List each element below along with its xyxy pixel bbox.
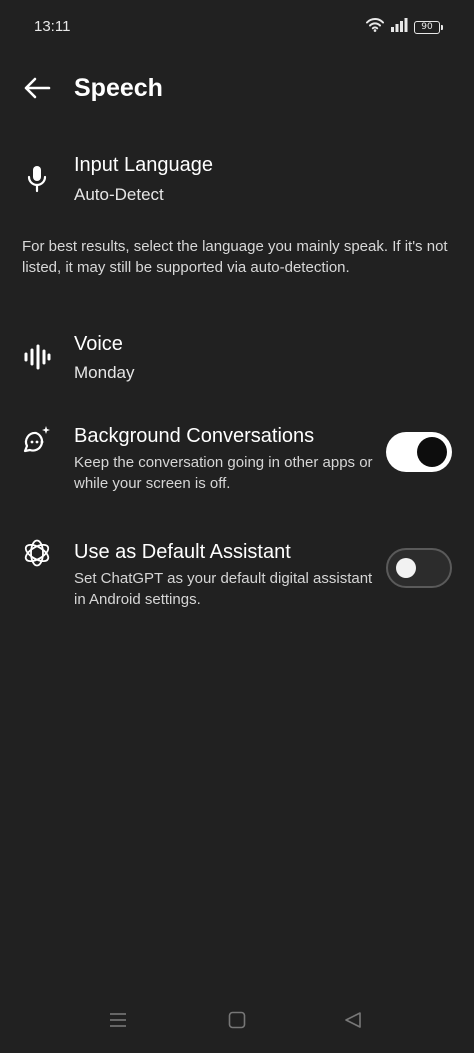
waveform-icon: [20, 340, 54, 374]
input-language-setting[interactable]: Input Language Auto-Detect: [0, 148, 474, 212]
default-assistant-setting: Use as Default Assistant Set ChatGPT as …: [0, 536, 474, 616]
home-icon: [228, 1011, 246, 1034]
default-assistant-toggle[interactable]: [386, 548, 452, 588]
voice-value: Monday: [74, 363, 135, 382]
app-bar: Speech: [0, 62, 474, 118]
menu-icon: [109, 1012, 127, 1033]
arrow-left-icon: [23, 76, 51, 105]
input-language-title: Input Language: [74, 154, 214, 176]
battery-icon: 90: [414, 20, 443, 34]
home-button[interactable]: [221, 1009, 253, 1035]
default-assistant-description: Set ChatGPT as your default digital assi…: [74, 570, 373, 608]
toggle-knob: [396, 558, 416, 578]
microphone-icon: [20, 162, 54, 196]
toggle-knob: [417, 437, 447, 467]
back-triangle-icon: [344, 1011, 362, 1034]
back-button[interactable]: [18, 72, 56, 108]
system-nav-bar: [0, 997, 474, 1053]
chat-bubble-sparkle-icon: [20, 422, 54, 456]
voice-title: Voice: [74, 333, 123, 355]
status-icons: 90: [366, 17, 443, 37]
status-bar: 13:11 90: [0, 0, 474, 54]
language-hint-text: For best results, select the language yo…: [22, 238, 448, 276]
signal-icon: [390, 17, 408, 37]
default-assistant-title: Use as Default Assistant: [74, 541, 291, 563]
status-time: 13:11: [34, 18, 71, 35]
background-conversations-title: Background Conversations: [74, 425, 315, 447]
chatgpt-logo-icon: [20, 536, 54, 570]
input-language-value: Auto-Detect: [74, 185, 164, 204]
voice-setting[interactable]: Voice Monday: [0, 328, 474, 390]
background-conversations-description: Keep the conversation going in other app…: [74, 454, 373, 492]
wifi-icon: [366, 17, 384, 37]
recents-button[interactable]: [102, 1009, 134, 1035]
back-nav-button[interactable]: [337, 1009, 369, 1035]
background-conversations-setting: Background Conversations Keep the conver…: [0, 420, 474, 500]
page-title: Speech: [74, 74, 163, 102]
background-conversations-toggle[interactable]: [386, 432, 452, 472]
